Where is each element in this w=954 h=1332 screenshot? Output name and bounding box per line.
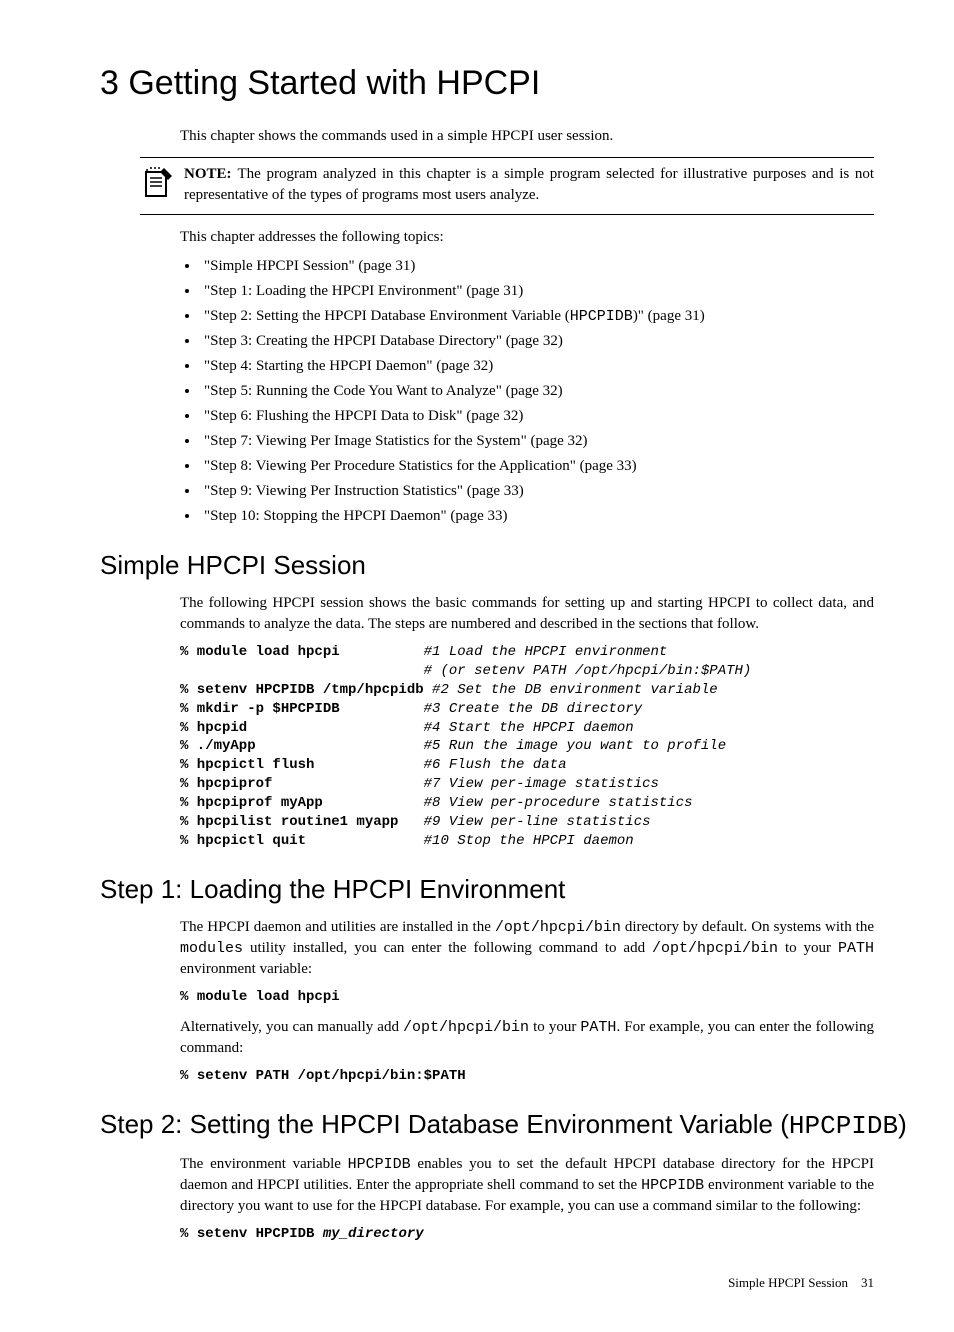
- toc-list: "Simple HPCPI Session" (page 31) "Step 1…: [200, 256, 874, 527]
- note-body: The program analyzed in this chapter is …: [184, 166, 874, 203]
- note-label: NOTE:: [184, 166, 232, 182]
- toc-link[interactable]: "Simple HPCPI Session" (page 31): [204, 258, 415, 274]
- footer-section: Simple HPCPI Session: [728, 1275, 848, 1290]
- section-title-session: Simple HPCPI Session: [100, 547, 914, 583]
- page-footer: Simple HPCPI Session 31: [40, 1274, 914, 1292]
- toc-link[interactable]: "Step 3: Creating the HPCPI Database Dir…: [204, 333, 563, 349]
- toc-item: "Step 6: Flushing the HPCPI Data to Disk…: [200, 406, 874, 427]
- toc-item: "Step 9: Viewing Per Instruction Statist…: [200, 481, 874, 502]
- toc-item: "Step 8: Viewing Per Procedure Statistic…: [200, 456, 874, 477]
- toc-item: "Simple HPCPI Session" (page 31): [200, 256, 874, 277]
- toc-link[interactable]: "Step 9: Viewing Per Instruction Statist…: [204, 483, 524, 499]
- toc-item: "Step 2: Setting the HPCPI Database Envi…: [200, 306, 874, 327]
- session-code-block: % module load hpcpi #1 Load the HPCPI en…: [180, 643, 874, 851]
- toc-item: "Step 1: Loading the HPCPI Environment" …: [200, 281, 874, 302]
- toc-link[interactable]: "Step 7: Viewing Per Image Statistics fo…: [204, 433, 588, 449]
- toc-item: "Step 3: Creating the HPCPI Database Dir…: [200, 331, 874, 352]
- toc-item: "Step 7: Viewing Per Image Statistics fo…: [200, 431, 874, 452]
- toc-lead: This chapter addresses the following top…: [180, 227, 874, 248]
- note-text: NOTE:The program analyzed in this chapte…: [184, 164, 874, 206]
- toc-link[interactable]: "Step 5: Running the Code You Want to An…: [204, 383, 563, 399]
- toc-link[interactable]: "Step 8: Viewing Per Procedure Statistic…: [204, 458, 637, 474]
- note-box: NOTE:The program analyzed in this chapte…: [140, 157, 874, 215]
- toc-link[interactable]: "Step 1: Loading the HPCPI Environment" …: [204, 283, 523, 299]
- section-title-step1: Step 1: Loading the HPCPI Environment: [100, 871, 914, 907]
- section-title-step2: Step 2: Setting the HPCPI Database Envir…: [100, 1106, 914, 1144]
- step1-code-2: % setenv PATH /opt/hpcpi/bin:$PATH: [180, 1067, 874, 1086]
- toc-item: "Step 10: Stopping the HPCPI Daemon" (pa…: [200, 506, 874, 527]
- toc-link[interactable]: "Step 2: Setting the HPCPI Database Envi…: [204, 308, 705, 324]
- toc-item: "Step 5: Running the Code You Want to An…: [200, 381, 874, 402]
- toc-link[interactable]: "Step 6: Flushing the HPCPI Data to Disk…: [204, 408, 523, 424]
- step1-paragraph-2: Alternatively, you can manually add /opt…: [180, 1017, 874, 1059]
- toc-link[interactable]: "Step 10: Stopping the HPCPI Daemon" (pa…: [204, 508, 507, 524]
- toc-link[interactable]: "Step 4: Starting the HPCPI Daemon" (pag…: [204, 358, 493, 374]
- note-icon: [140, 164, 176, 200]
- step1-code-1: % module load hpcpi: [180, 988, 874, 1007]
- chapter-title: 3 Getting Started with HPCPI: [100, 60, 914, 108]
- step2-code: % setenv HPCPIDB my_directory: [180, 1225, 874, 1244]
- intro-paragraph: This chapter shows the commands used in …: [180, 126, 874, 147]
- toc-item: "Step 4: Starting the HPCPI Daemon" (pag…: [200, 356, 874, 377]
- footer-page-number: 31: [861, 1275, 874, 1290]
- session-paragraph: The following HPCPI session shows the ba…: [180, 593, 874, 635]
- step2-paragraph: The environment variable HPCPIDB enables…: [180, 1154, 874, 1217]
- step1-paragraph-1: The HPCPI daemon and utilities are insta…: [180, 917, 874, 980]
